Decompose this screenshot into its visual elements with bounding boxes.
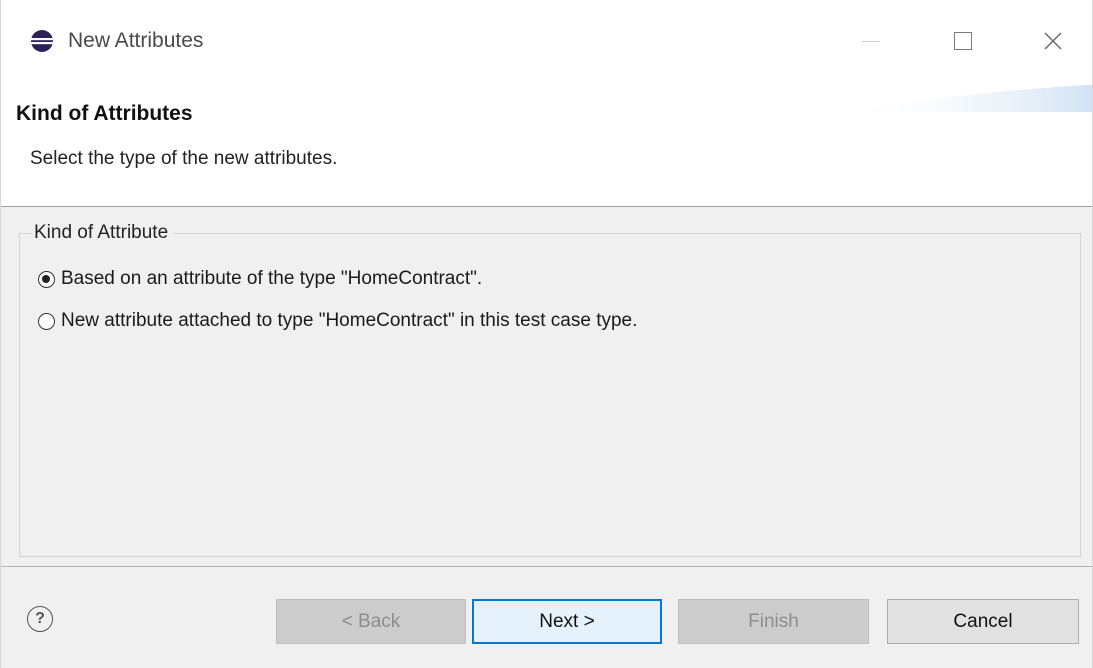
radio-option-new-attribute[interactable]: New attribute attached to type "HomeCont… (38, 310, 637, 332)
help-icon[interactable]: ? (27, 606, 53, 632)
page-description: Select the type of the new attributes. (30, 148, 338, 169)
cancel-button[interactable]: Cancel (887, 599, 1079, 644)
kind-of-attribute-group: Kind of Attribute Based on an attribute … (19, 220, 1081, 557)
page-title: Kind of Attributes (16, 102, 193, 125)
minimize-icon (862, 40, 880, 42)
radio-label: New attribute attached to type "HomeCont… (61, 310, 638, 331)
minimize-button[interactable] (841, 18, 901, 64)
eclipse-icon (30, 30, 54, 52)
maximize-button[interactable] (933, 18, 993, 64)
finish-button[interactable]: Finish (678, 599, 869, 644)
window-title: New Attributes (68, 29, 204, 52)
button-bar-separator (1, 566, 1092, 567)
radio-button-checked[interactable] (38, 270, 55, 288)
banner-graphic (842, 84, 1092, 112)
dialog-window: New Attributes Kind of Attributes Select… (0, 0, 1093, 668)
group-label: Kind of Attribute (32, 220, 175, 246)
maximize-icon (954, 32, 972, 50)
next-button[interactable]: Next > (472, 599, 662, 644)
close-button[interactable] (1023, 18, 1083, 64)
wizard-banner: Kind of Attributes Select the type of th… (1, 80, 1092, 207)
close-icon (1044, 32, 1062, 50)
radio-option-based-on-attribute[interactable]: Based on an attribute of the type "HomeC… (38, 268, 482, 290)
radio-label: Based on an attribute of the type "HomeC… (61, 268, 483, 289)
back-button[interactable]: < Back (276, 599, 466, 644)
title-bar: New Attributes (1, 0, 1092, 80)
radio-button-unchecked[interactable] (38, 312, 55, 330)
